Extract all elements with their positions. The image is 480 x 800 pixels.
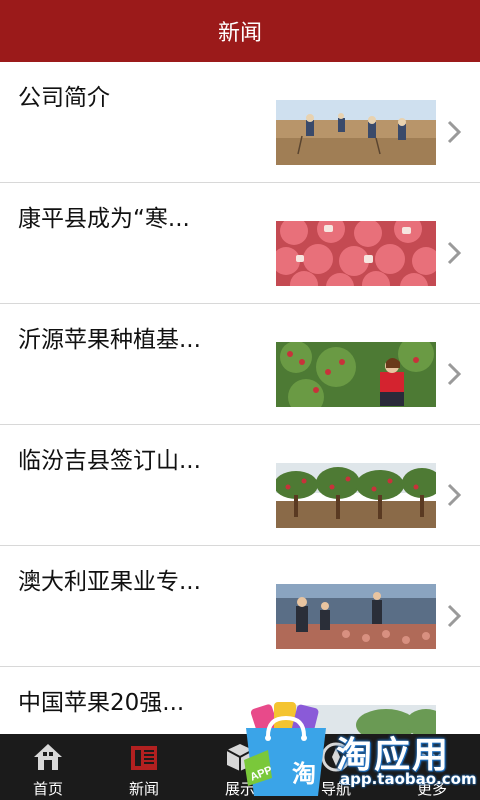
list-item[interactable]: 公司简介 [0,62,480,183]
news-thumbnail [276,342,436,407]
news-title: 临汾吉县签订山... [18,448,201,474]
news-icon [131,746,157,770]
list-item[interactable]: 澳大利亚果业专... [0,546,480,667]
tab-label: 首页 [32,780,63,798]
header-bar: 新闻 [0,0,480,62]
shopping-bag-icon: APP 淘 [244,702,326,796]
tab-home[interactable]: 首页 [0,734,96,800]
news-title: 公司简介 [18,85,110,111]
list-item[interactable]: 沂源苹果种植基... [0,304,480,425]
news-title: 康平县成为“寒... [18,206,190,232]
news-title: 澳大利亚果业专... [18,569,201,595]
taobao-app-watermark: APP 淘 淘应用 app.taobao.com [240,700,480,800]
chevron-right-icon [447,362,462,386]
news-list: 公司简介 康平县成为“寒... 沂源苹果种植基... 临汾吉县签订山... 澳大… [0,62,480,734]
news-thumbnail [276,100,436,165]
page-title: 新闻 [217,21,262,46]
tab-label: 新闻 [128,780,159,798]
chevron-right-icon [447,241,462,265]
bag-character: 淘 [292,760,316,788]
news-title: 中国苹果20强... [18,690,185,716]
news-thumbnail [276,463,436,528]
chevron-right-icon [447,483,462,507]
list-item[interactable]: 临汾吉县签订山... [0,425,480,546]
news-thumbnail [276,221,436,286]
list-item[interactable]: 康平县成为“寒... [0,183,480,304]
tab-news[interactable]: 新闻 [96,734,192,800]
brand-url: app.taobao.com [340,770,477,788]
news-thumbnail [276,584,436,649]
home-icon [34,744,62,770]
chevron-right-icon [447,604,462,628]
chevron-right-icon [447,120,462,144]
news-title: 沂源苹果种植基... [18,327,201,353]
